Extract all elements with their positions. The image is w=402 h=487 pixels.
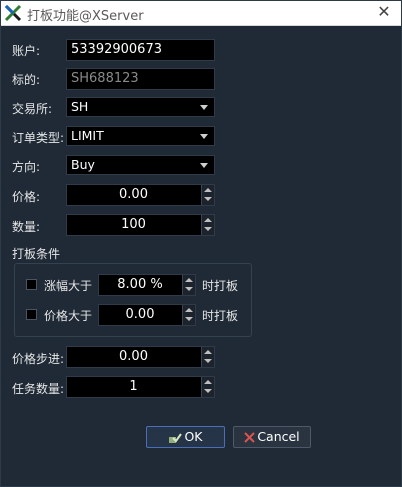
chevron-down-icon <box>200 105 208 110</box>
exchange-label: 交易所: <box>12 102 53 116</box>
task-count-stepper[interactable] <box>201 377 214 397</box>
app-logo-icon <box>4 4 22 22</box>
price-label: 价格: <box>12 190 41 204</box>
quantity-stepper[interactable] <box>201 215 214 235</box>
order-type-select[interactable]: LIMIT <box>66 126 215 146</box>
increment-arrow-icon[interactable] <box>204 188 212 192</box>
account-input[interactable]: 53392900673 <box>66 39 215 61</box>
rise-value: 8.00 % <box>117 277 163 292</box>
price-above-spinbox[interactable]: 0.00 <box>98 304 196 326</box>
cancel-button[interactable]: Cancel <box>233 426 311 448</box>
cancel-label: Cancel <box>257 429 300 444</box>
price-step-stepper[interactable] <box>201 347 214 367</box>
decrement-arrow-icon[interactable] <box>185 317 193 321</box>
x-cancel-icon <box>244 432 256 443</box>
exchange-select[interactable]: SH <box>66 97 215 117</box>
rise-stepper[interactable] <box>182 275 195 295</box>
decrement-arrow-icon[interactable] <box>204 359 212 363</box>
rise-label: 涨幅大于 <box>44 279 93 293</box>
window-title: 打板功能@XServer <box>27 9 144 24</box>
title-bar: 打板功能@XServer ✕ <box>1 1 401 26</box>
decrement-arrow-icon[interactable] <box>204 389 212 393</box>
direction-label: 方向: <box>12 160 41 174</box>
direction-select[interactable]: Buy <box>66 155 215 175</box>
check-icon <box>169 432 183 443</box>
task-count-value: 1 <box>129 379 138 394</box>
ok-label: OK <box>184 429 203 444</box>
symbol-label: 标的: <box>12 73 41 87</box>
price-step-label: 价格步进: <box>12 352 65 366</box>
direction-value: Buy <box>71 157 95 172</box>
quantity-value: 100 <box>121 217 146 232</box>
price-stepper[interactable] <box>201 185 214 205</box>
account-label: 账户: <box>12 44 41 58</box>
conditions-title: 打板条件 <box>12 247 61 261</box>
close-icon: ✕ <box>377 2 391 21</box>
price-step-spinbox[interactable]: 0.00 <box>66 346 215 368</box>
ok-button[interactable]: OK <box>146 426 225 448</box>
chevron-down-icon <box>200 163 208 168</box>
decrement-arrow-icon[interactable] <box>204 197 212 201</box>
price-above-label: 价格大于 <box>44 309 93 323</box>
exchange-value: SH <box>71 99 89 114</box>
dialog-window: 打板功能@XServer ✕ 账户: 53392900673 标的: SH688… <box>0 0 402 487</box>
price-above-suffix: 时打板 <box>202 309 239 323</box>
price-above-checkbox[interactable] <box>26 309 37 320</box>
increment-arrow-icon[interactable] <box>185 308 193 312</box>
increment-arrow-icon[interactable] <box>185 278 193 282</box>
quantity-spinbox[interactable]: 100 <box>66 214 215 236</box>
chevron-down-icon <box>200 134 208 139</box>
task-count-spinbox[interactable]: 1 <box>66 376 215 398</box>
decrement-arrow-icon[interactable] <box>185 287 193 291</box>
rise-spinbox[interactable]: 8.00 % <box>98 274 196 296</box>
price-above-stepper[interactable] <box>182 305 195 325</box>
symbol-input[interactable]: SH688123 <box>66 68 215 90</box>
price-value: 0.00 <box>119 187 148 202</box>
rise-checkbox[interactable] <box>26 279 37 290</box>
price-above-value: 0.00 <box>125 307 155 322</box>
order-type-label: 订单类型: <box>12 131 65 145</box>
increment-arrow-icon[interactable] <box>204 350 212 354</box>
close-button[interactable]: ✕ <box>375 3 393 21</box>
price-step-value: 0.00 <box>119 349 148 364</box>
decrement-arrow-icon[interactable] <box>204 227 212 231</box>
order-type-value: LIMIT <box>71 128 104 143</box>
task-count-label: 任务数量: <box>12 382 65 396</box>
quantity-label: 数量: <box>12 220 41 234</box>
increment-arrow-icon[interactable] <box>204 218 212 222</box>
rise-suffix: 时打板 <box>202 279 239 293</box>
increment-arrow-icon[interactable] <box>204 380 212 384</box>
price-spinbox[interactable]: 0.00 <box>66 184 215 206</box>
